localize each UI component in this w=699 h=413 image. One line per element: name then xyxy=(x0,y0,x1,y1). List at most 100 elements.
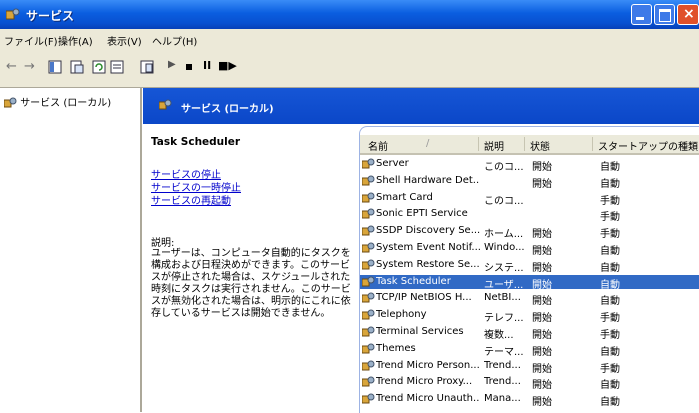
menu-file[interactable]: ファイル(F) xyxy=(4,33,58,48)
service-name-cell: Shell Hardware Det... xyxy=(376,174,480,186)
service-startup-cell: 手動 xyxy=(600,363,620,375)
service-status-cell: 開始 xyxy=(532,313,552,325)
table-row[interactable]: Trend Micro Person... Trend... 開始 手動 xyxy=(360,359,699,375)
service-name-cell: Server xyxy=(376,158,409,169)
table-row[interactable]: Shell Hardware Det... 開始 自動 xyxy=(360,174,699,190)
panel-header: サービス (ローカル) xyxy=(143,88,699,124)
service-description-cell: Mana... xyxy=(484,393,521,405)
stop-service-icon[interactable] xyxy=(186,64,192,70)
toolbar: ← → ▶ II ■▶ xyxy=(0,51,699,88)
service-startup-cell: 自動 xyxy=(600,246,620,257)
table-row[interactable]: Server このコ... 開始 自動 xyxy=(360,157,699,173)
service-startup-cell: 手動 xyxy=(600,229,620,241)
pause-service-icon[interactable]: II xyxy=(203,59,211,72)
table-row[interactable]: Terminal Services 複数... 開始 手動 xyxy=(360,325,699,341)
service-icon xyxy=(362,360,375,371)
restart-service-link[interactable]: サービスの再起動 xyxy=(151,192,231,207)
services-gear-icon xyxy=(3,97,17,108)
menu-action[interactable]: 操作(A) xyxy=(58,33,93,48)
restart-service-icon[interactable]: ■▶ xyxy=(218,59,237,72)
maximize-button[interactable] xyxy=(654,4,675,25)
service-icon xyxy=(362,393,375,404)
table-row[interactable]: System Restore Se... システ... 開始 自動 xyxy=(360,258,699,274)
service-name-cell: System Restore Se... xyxy=(376,258,480,270)
description-panel: Task Scheduler サービスの停止 サービスの一時停止 サービスの再起… xyxy=(143,124,359,412)
service-description-cell: 複数... xyxy=(484,330,514,341)
service-description-cell: NetBI... xyxy=(484,292,521,304)
service-name-cell: Terminal Services xyxy=(376,326,464,337)
close-button[interactable]: × xyxy=(677,4,699,25)
services-app-icon xyxy=(6,8,20,20)
service-description-cell: テーマ... xyxy=(484,346,524,358)
table-row[interactable]: Telephony テレフ... 開始 手動 xyxy=(360,308,699,325)
service-name-cell: Smart Card xyxy=(376,191,433,203)
service-status-cell: 開始 xyxy=(532,262,552,274)
service-icon xyxy=(362,242,375,253)
menu-help[interactable]: ヘルプ(H) xyxy=(152,33,197,48)
service-description-cell: Trend... xyxy=(484,359,521,371)
service-startup-cell: 自動 xyxy=(600,397,620,409)
properties-icon[interactable] xyxy=(70,60,84,74)
column-header-startup-type[interactable]: スタートアップの種類 xyxy=(598,138,698,153)
service-name-cell: Themes xyxy=(376,342,416,354)
service-status-cell: 開始 xyxy=(532,380,552,392)
console-tree: サービス (ローカル) xyxy=(0,88,142,412)
title-bar[interactable]: サービス × xyxy=(0,0,699,29)
service-name-cell: Telephony xyxy=(376,309,427,321)
service-status-cell: 開始 xyxy=(532,162,552,173)
service-icon xyxy=(362,292,375,303)
table-row[interactable]: System Event Notif... Windo... 開始 自動 xyxy=(360,241,699,257)
table-row[interactable]: TCP/IP NetBIOS H... NetBI... 開始 自動 xyxy=(360,291,699,308)
table-row[interactable]: SSDP Discovery Se... ホーム... 開始 手動 xyxy=(360,224,699,241)
service-startup-cell: 自動 xyxy=(600,296,620,308)
console-tree-icon[interactable] xyxy=(48,60,62,74)
table-row[interactable]: Smart Card このコ... 手動 xyxy=(360,191,699,207)
back-arrow-icon[interactable]: ← xyxy=(6,59,17,74)
table-row[interactable]: Sonic EPTI Service 手動 xyxy=(360,207,699,223)
column-header-status[interactable]: 状態 xyxy=(530,138,550,153)
service-icon xyxy=(362,276,375,287)
service-startup-cell: 自動 xyxy=(600,380,620,392)
table-row[interactable]: Task Scheduler ユーザ... 開始 自動 xyxy=(360,274,699,291)
service-status-cell: 開始 xyxy=(532,363,552,375)
table-row[interactable]: Trend Micro Unauth... Mana... 開始 自動 xyxy=(360,392,699,409)
export-list-icon[interactable] xyxy=(110,60,124,74)
start-service-icon[interactable]: ▶ xyxy=(168,59,176,70)
refresh-icon[interactable] xyxy=(92,60,106,74)
service-icon xyxy=(362,158,375,169)
service-icon xyxy=(362,225,375,236)
service-startup-cell: 自動 xyxy=(600,178,620,190)
table-row[interactable]: Themes テーマ... 開始 自動 xyxy=(360,342,699,358)
table-row[interactable]: Trend Micro Proxy... Trend... 開始 自動 xyxy=(360,375,699,392)
service-icon xyxy=(362,326,375,337)
service-name-cell: Task Scheduler xyxy=(376,275,451,287)
services-list: 名前 / 説明 状態 スタートアップの種類 Server このコ... 開始 自動 Sh… xyxy=(359,126,699,413)
service-icon xyxy=(362,175,375,186)
tree-node-label: サービス (ローカル) xyxy=(20,98,112,109)
service-description-cell: ホーム... xyxy=(484,229,524,241)
service-name-cell: System Event Notif... xyxy=(376,242,480,253)
service-description-cell: Windo... xyxy=(484,242,524,253)
help-icon[interactable] xyxy=(140,60,154,74)
column-header-row: 名前 / 説明 状態 スタートアップの種類 xyxy=(360,135,699,155)
service-icon xyxy=(362,208,375,219)
service-description-cell: このコ... xyxy=(484,195,524,207)
service-status-cell: 開始 xyxy=(532,330,552,341)
column-header-name[interactable]: 名前 xyxy=(368,138,388,153)
menu-bar: ファイル(F) 操作(A) 表示(V) ヘルプ(H) xyxy=(0,29,699,52)
service-name-cell: SSDP Discovery Se... xyxy=(376,225,480,237)
service-status-cell: 開始 xyxy=(532,246,552,257)
menu-view[interactable]: 表示(V) xyxy=(107,33,142,48)
service-name-cell: Trend Micro Person... xyxy=(376,359,480,371)
minimize-button[interactable] xyxy=(631,4,652,25)
service-icon xyxy=(362,376,375,387)
service-status-cell: 開始 xyxy=(532,296,552,308)
tree-node-services-local[interactable]: サービス (ローカル) xyxy=(3,94,112,109)
service-description-cell: テレフ... xyxy=(484,313,524,325)
service-icon xyxy=(362,192,375,203)
column-header-description[interactable]: 説明 xyxy=(484,138,504,153)
service-description-cell: ユーザ... xyxy=(484,279,524,291)
service-description-cell: このコ... xyxy=(484,162,524,173)
service-startup-cell: 自動 xyxy=(600,262,620,274)
forward-arrow-icon[interactable]: → xyxy=(24,59,35,74)
